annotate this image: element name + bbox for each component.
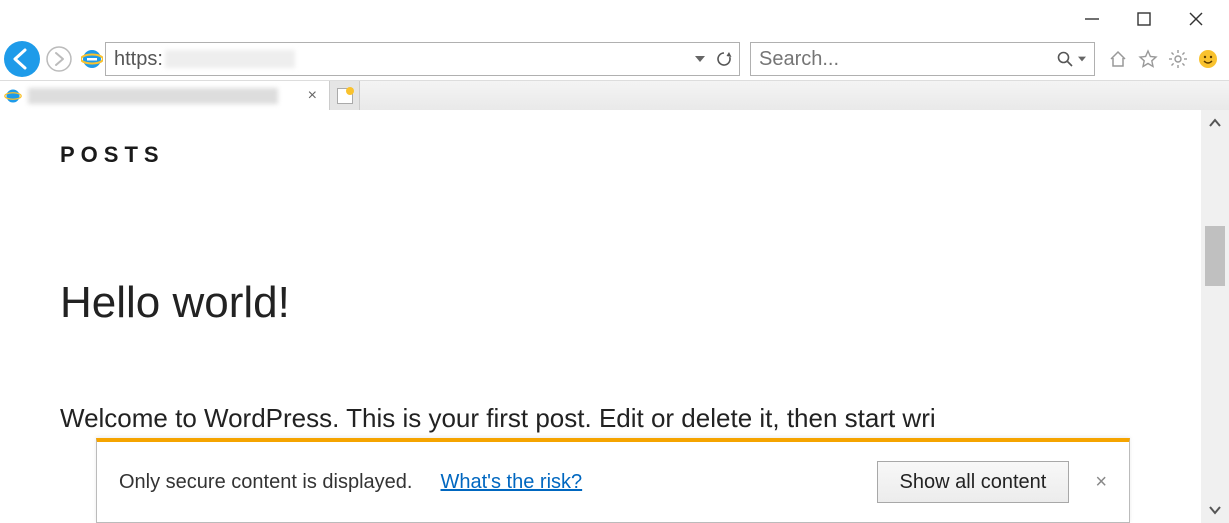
search-bar[interactable]	[750, 42, 1095, 76]
window-maximize-button[interactable]	[1131, 6, 1157, 32]
window-minimize-button[interactable]	[1079, 6, 1105, 32]
infobar-close-button[interactable]: ×	[1095, 471, 1107, 494]
favorites-icon[interactable]	[1137, 48, 1159, 70]
security-infobar: Only secure content is displayed. What's…	[96, 438, 1130, 523]
scroll-track[interactable]	[1201, 136, 1229, 497]
window-close-button[interactable]	[1183, 6, 1209, 32]
scroll-down-button[interactable]	[1208, 497, 1222, 523]
tab-close-button[interactable]: ×	[304, 87, 321, 105]
new-tab-icon	[337, 88, 353, 104]
show-all-content-button[interactable]: Show all content	[877, 461, 1070, 503]
search-input[interactable]	[759, 48, 1056, 71]
refresh-icon[interactable]	[715, 50, 733, 68]
nav-forward-button[interactable]	[45, 45, 73, 73]
home-icon[interactable]	[1107, 48, 1129, 70]
tab-title-redacted	[28, 88, 278, 104]
settings-icon[interactable]	[1167, 48, 1189, 70]
infobar-message: Only secure content is displayed.	[119, 471, 413, 494]
search-icon[interactable]	[1056, 50, 1086, 68]
post-title[interactable]: Hello world!	[60, 278, 1141, 328]
browser-tab-active[interactable]: ×	[0, 81, 330, 110]
ie-logo-icon	[81, 48, 103, 70]
feedback-smiley-icon[interactable]	[1197, 48, 1219, 70]
address-bar[interactable]: https:	[105, 42, 740, 76]
address-scheme: https:	[114, 48, 163, 71]
scroll-up-button[interactable]	[1208, 110, 1222, 136]
infobar-risk-link[interactable]: What's the risk?	[441, 471, 583, 494]
nav-back-button[interactable]	[3, 40, 41, 78]
new-tab-button[interactable]	[330, 81, 360, 110]
address-dropdown-icon[interactable]	[695, 54, 705, 64]
post-body: Welcome to WordPress. This is your first…	[60, 398, 1110, 438]
scroll-thumb[interactable]	[1205, 226, 1225, 286]
address-host-redacted	[165, 50, 295, 68]
tab-favicon-icon	[4, 87, 22, 105]
section-heading: POSTS	[60, 142, 1141, 168]
vertical-scrollbar[interactable]	[1201, 110, 1229, 523]
